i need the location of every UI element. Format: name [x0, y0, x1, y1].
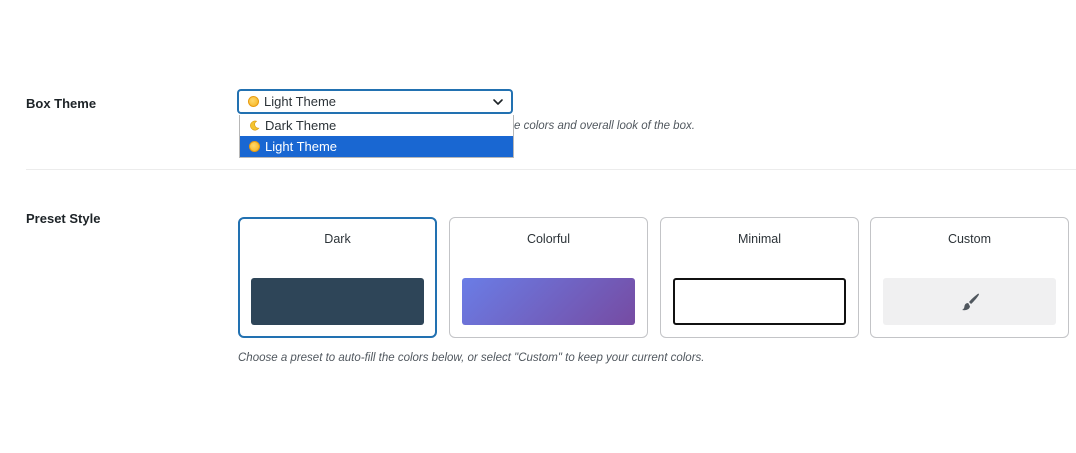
section-divider	[26, 169, 1076, 170]
option-label: Light Theme	[265, 139, 338, 154]
preset-card-title: Colorful	[526, 232, 571, 246]
preset-swatch-colorful	[462, 278, 635, 325]
paintbrush-icon	[961, 293, 979, 310]
preset-swatch-minimal	[673, 278, 846, 325]
box-theme-dropdown: Dark Theme Light Theme	[239, 115, 514, 158]
preset-card-colorful[interactable]: Colorful	[449, 217, 648, 338]
sun-icon	[249, 141, 260, 152]
option-dark-theme[interactable]: Dark Theme	[240, 115, 513, 136]
preset-style-help: Choose a preset to auto-fill the colors …	[238, 352, 705, 364]
settings-page: Box Theme e colors and overall look of t…	[0, 0, 1076, 453]
preset-card-custom[interactable]: Custom	[870, 217, 1069, 338]
chevron-down-icon	[493, 99, 503, 105]
preset-swatch-dark	[251, 278, 424, 325]
option-light-theme[interactable]: Light Theme	[240, 136, 513, 157]
preset-swatch-custom	[883, 278, 1056, 325]
preset-style-label: Preset Style	[26, 211, 101, 226]
preset-card-title: Minimal	[737, 232, 782, 246]
moon-icon	[249, 120, 260, 131]
sun-icon	[248, 96, 259, 107]
preset-card-title: Custom	[947, 232, 992, 246]
box-theme-help: e colors and overall look of the box.	[514, 120, 695, 132]
box-theme-select[interactable]: Light Theme	[238, 90, 512, 113]
option-label: Dark Theme	[265, 118, 337, 133]
box-theme-label: Box Theme	[26, 96, 97, 111]
preset-card-dark[interactable]: Dark	[238, 217, 437, 338]
box-theme-selected-value: Light Theme	[264, 94, 337, 109]
preset-card-minimal[interactable]: Minimal	[660, 217, 859, 338]
preset-card-title: Dark	[324, 232, 351, 246]
